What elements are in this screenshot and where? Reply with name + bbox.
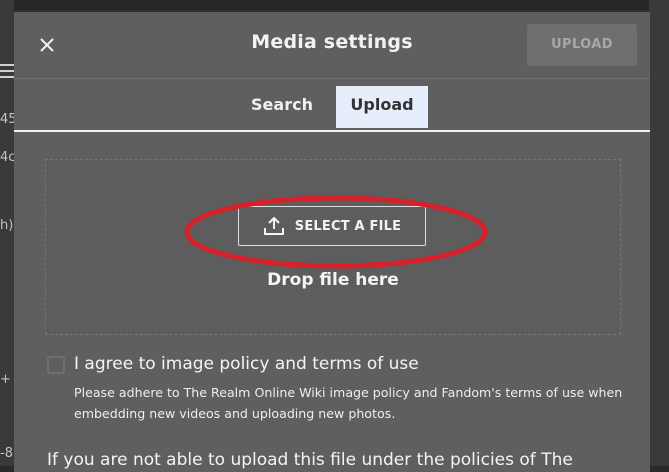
hamburger-menu-icon (0, 64, 14, 82)
agree-description: Please adhere to The Realm Online Wiki i… (74, 385, 623, 421)
upload-button[interactable]: UPLOAD (527, 24, 637, 66)
background-text-fragment: 4c (0, 150, 14, 165)
background-text-fragment: 45 (0, 112, 14, 127)
tab-upload[interactable]: Upload (336, 86, 428, 128)
select-file-button[interactable]: SELECT A FILE (238, 206, 426, 246)
dialog-header: Media settings UPLOAD (14, 12, 650, 79)
background-text-fragment: -8 (0, 446, 13, 461)
agree-label[interactable]: I agree to image policy and terms of use (74, 354, 419, 374)
drop-file-text: Drop file here (267, 270, 399, 290)
background-top-bar (0, 0, 669, 10)
policy-notice-text: If you are not able to upload this file … (47, 450, 573, 470)
background-text-fragment: + (0, 372, 11, 387)
background-text-fragment: h) (0, 218, 14, 233)
tab-search[interactable]: Search (238, 86, 326, 128)
agree-checkbox[interactable] (47, 356, 65, 374)
select-file-label: SELECT A FILE (294, 218, 402, 234)
dialog-tabs: Search Upload (14, 84, 650, 132)
file-drop-zone[interactable]: SELECT A FILE Drop file here (45, 159, 621, 335)
media-settings-dialog: Media settings UPLOAD Search Upload SELE… (14, 12, 650, 472)
upload-icon (263, 216, 285, 236)
background-right-strip (649, 0, 669, 466)
